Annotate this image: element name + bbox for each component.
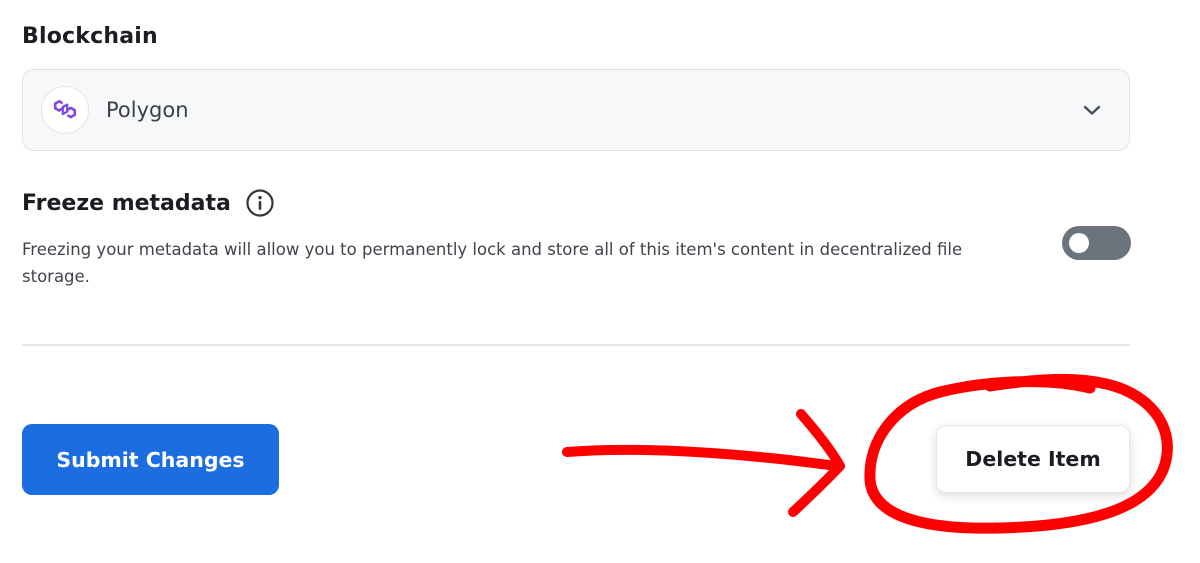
- blockchain-label: Blockchain: [22, 24, 158, 49]
- info-icon[interactable]: [245, 188, 275, 218]
- freeze-metadata-description: Freezing your metadata will allow you to…: [22, 240, 963, 286]
- blockchain-select[interactable]: Polygon: [22, 69, 1130, 151]
- delete-item-button[interactable]: Delete Item: [936, 425, 1130, 493]
- polygon-logo-icon: [41, 86, 89, 134]
- submit-changes-button[interactable]: Submit Changes: [22, 424, 279, 495]
- annotation-arrow-head: [788, 409, 845, 517]
- chevron-down-icon[interactable]: [1081, 99, 1103, 121]
- toggle-knob: [1069, 233, 1089, 253]
- blockchain-selected-value: Polygon: [106, 98, 189, 122]
- divider: [22, 344, 1130, 346]
- freeze-metadata-title: Freeze metadata: [22, 190, 231, 216]
- item-settings-page: Blockchain Polygon Freeze metadata Freez…: [0, 0, 1200, 563]
- annotation-arrow-shaft: [562, 444, 843, 471]
- freeze-metadata-toggle[interactable]: [1062, 226, 1131, 260]
- freeze-metadata-header: Freeze metadata: [22, 188, 275, 218]
